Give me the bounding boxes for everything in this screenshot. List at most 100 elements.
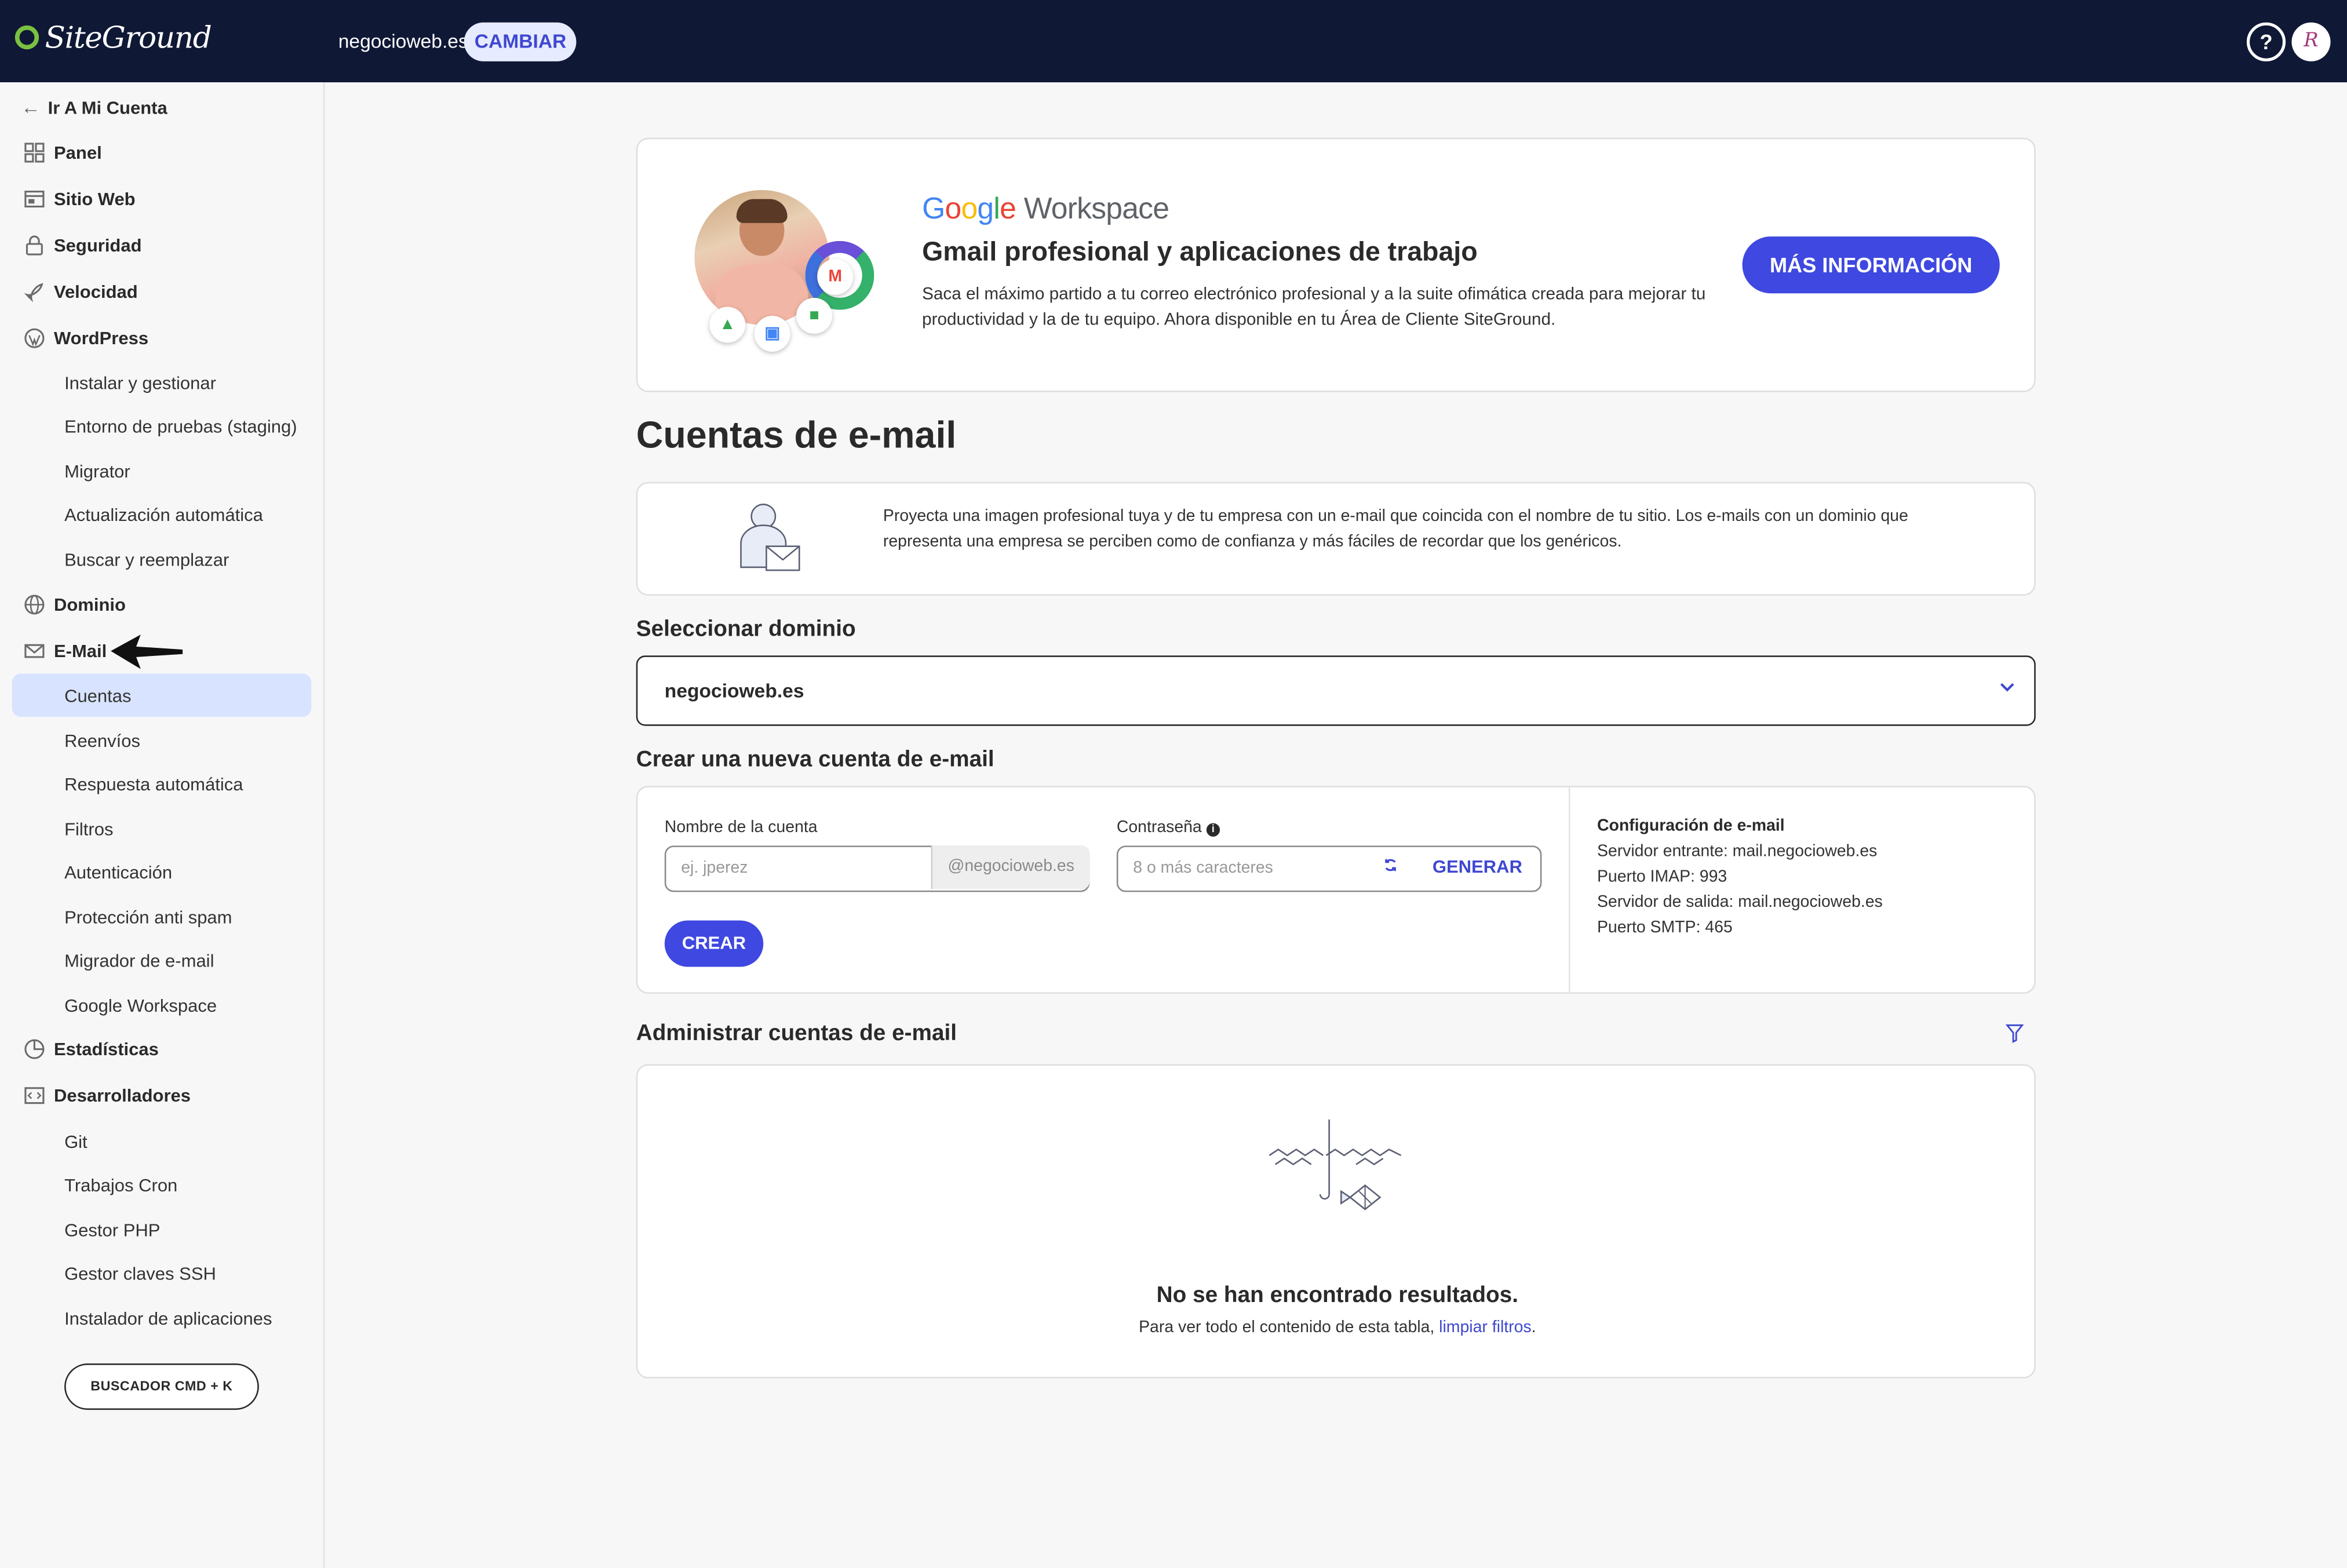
manage-accounts-card: No se han encontrado resultados. Para ve… — [636, 1064, 2036, 1379]
siteground-logo[interactable]: SiteGround — [14, 19, 212, 56]
manage-accounts-heading: Administrar cuentas de e-mail — [636, 1020, 957, 1046]
generate-password-button[interactable]: GENERAR — [1433, 856, 1522, 877]
select-domain-label: Seleccionar dominio — [636, 617, 856, 643]
sidebar-label: Estadísticas — [53, 1038, 159, 1059]
sidebar-label: Sitio Web — [53, 188, 136, 209]
divider — [1568, 787, 1570, 993]
sidebar-item-panel[interactable]: Panel — [12, 130, 312, 174]
email-config: Configuración de e-mail Servidor entrant… — [1597, 814, 1883, 942]
app-root: SiteGround negocioweb.es CAMBIAR ? R ← I… — [0, 0, 2347, 1568]
google-workspace-logo: Google Workspace — [922, 193, 1169, 227]
sidebar-item-php[interactable]: Gestor PHP — [12, 1208, 312, 1251]
config-line: Puerto SMTP: 465 — [1597, 918, 1733, 937]
rocket-icon — [23, 280, 45, 302]
password-placeholder: 8 o más caracteres — [1133, 859, 1273, 877]
arrow-left-icon: ← — [21, 96, 41, 119]
globe-icon — [23, 593, 45, 615]
page-title: Cuentas de e-mail — [636, 414, 957, 457]
config-line: Puerto IMAP: 993 — [1597, 868, 1728, 887]
sidebar-item-email-migrator[interactable]: Migrador de e-mail — [12, 938, 312, 982]
sidebar-item-website[interactable]: Sitio Web — [12, 177, 312, 220]
sidebar-item-git[interactable]: Git — [12, 1120, 312, 1163]
intro-card: Proyecta una imagen profesional tuya y d… — [636, 482, 2036, 596]
help-icon[interactable]: ? — [2246, 22, 2286, 61]
sidebar-label: Panel — [53, 141, 102, 163]
envelope-icon — [23, 639, 45, 662]
sidebar-item-authentication[interactable]: Autenticación — [12, 850, 312, 894]
promo-title: Gmail profesional y aplicaciones de trab… — [922, 236, 1478, 267]
sidebar-item-staging[interactable]: Entorno de pruebas (staging) — [12, 404, 312, 447]
browser-icon — [23, 187, 45, 210]
code-icon — [23, 1084, 45, 1106]
sidebar-item-statistics[interactable]: Estadísticas — [12, 1027, 312, 1070]
pie-chart-icon — [23, 1037, 45, 1060]
create-account-heading: Crear una nueva cuenta de e-mail — [636, 746, 994, 772]
sidebar-item-domain[interactable]: Dominio — [12, 582, 312, 626]
change-domain-button[interactable]: CAMBIAR — [464, 22, 577, 61]
email-config-title: Configuración de e-mail — [1597, 817, 1785, 836]
wordpress-icon — [23, 326, 45, 349]
config-line: Servidor entrante: mail.negocioweb.es — [1597, 843, 1878, 861]
logo-text: SiteGround — [45, 19, 212, 56]
sidebar-item-app-installer[interactable]: Instalador de aplicaciones — [12, 1296, 312, 1340]
annotation-arrow-icon — [111, 635, 183, 669]
sidebar-item-antispam[interactable]: Protección anti spam — [12, 895, 312, 939]
create-account-button[interactable]: CREAR — [664, 920, 764, 967]
sidebar-item-autoresponder[interactable]: Respuesta automática — [12, 762, 312, 805]
current-domain: negocioweb.es — [338, 30, 468, 53]
search-command-button[interactable]: BUSCADOR CMD + K — [64, 1363, 259, 1410]
account-name-placeholder: ej. jperez — [681, 859, 748, 877]
intro-text: Proyecta una imagen profesional tuya y d… — [883, 507, 1908, 551]
sidebar-item-security[interactable]: Seguridad — [12, 223, 312, 267]
sidebar-label: Desarrolladores — [53, 1084, 191, 1106]
promo-description: Saca el máximo partido a tu correo elect… — [922, 286, 1706, 330]
sidebar-item-search-replace[interactable]: Buscar y reemplazar — [12, 537, 312, 581]
sidebar-item-ssh[interactable]: Gestor claves SSH — [12, 1251, 312, 1294]
sidebar-label: WordPress — [53, 327, 149, 348]
more-info-button[interactable]: MÁS INFORMACIÓN — [1742, 236, 2000, 294]
chevron-down-icon — [1998, 678, 2016, 701]
sidebar-item-migrator[interactable]: Migrator — [12, 449, 312, 493]
calendar-icon: ▣ — [754, 315, 790, 352]
config-line: Servidor de salida: mail.negocioweb.es — [1597, 893, 1883, 911]
grid-icon — [23, 141, 45, 163]
empty-results-title: No se han encontrado resultados. — [1156, 1282, 1518, 1308]
domain-select[interactable]: negocioweb.es — [636, 655, 2036, 726]
back-to-account-link[interactable]: ← Ir A Mi Cuenta — [12, 85, 312, 129]
toggle-visibility-icon[interactable] — [1383, 858, 1398, 877]
lock-icon — [23, 234, 45, 256]
sidebar-item-wordpress[interactable]: WordPress — [12, 316, 312, 359]
sidebar-item-install-manage[interactable]: Instalar y gestionar — [12, 360, 312, 404]
drive-icon: ▲ — [709, 307, 746, 343]
create-account-card: Nombre de la cuenta ej. jperez @negociow… — [636, 786, 2036, 994]
sidebar-label: Seguridad — [53, 234, 142, 256]
gmail-icon: M — [817, 258, 854, 295]
sidebar: ← Ir A Mi Cuenta Panel Sitio Web Segurid… — [0, 82, 325, 1568]
domain-select-value: negocioweb.es — [664, 679, 804, 702]
meet-icon: ■ — [796, 297, 833, 334]
sidebar-item-developers[interactable]: Desarrolladores — [12, 1073, 312, 1117]
top-bar: SiteGround negocioweb.es CAMBIAR ? R — [0, 0, 2347, 83]
empty-results-illustration-icon — [1269, 1120, 1402, 1210]
sidebar-item-speed[interactable]: Velocidad — [12, 269, 312, 313]
user-mail-illustration-icon — [740, 504, 800, 571]
user-avatar[interactable]: R — [2291, 22, 2331, 61]
info-icon[interactable]: i — [1206, 823, 1220, 837]
filter-icon[interactable] — [2006, 1024, 2024, 1044]
sidebar-item-forwarders[interactable]: Reenvíos — [12, 719, 312, 762]
sidebar-label: Velocidad — [53, 280, 138, 302]
sidebar-label: E-Mail — [53, 640, 107, 661]
sidebar-item-autoupdate[interactable]: Actualización automática — [12, 493, 312, 536]
empty-results-text: Para ver todo el contenido de esta tabla… — [1139, 1318, 1536, 1337]
sidebar-item-google-workspace[interactable]: Google Workspace — [12, 983, 312, 1027]
google-workspace-banner: M ▲ ▣ ■ Google Workspace Gmail profesion… — [636, 137, 2036, 392]
clear-filters-link[interactable]: limpiar filtros — [1439, 1319, 1531, 1337]
sidebar-item-cron[interactable]: Trabajos Cron — [12, 1163, 312, 1206]
account-name-label: Nombre de la cuenta — [664, 818, 818, 837]
password-label: Contraseña i — [1117, 819, 1220, 837]
account-domain-suffix: @negocioweb.es — [931, 845, 1090, 889]
sidebar-item-filters[interactable]: Filtros — [12, 807, 312, 850]
sidebar-label: Dominio — [53, 593, 126, 615]
sidebar-item-accounts[interactable]: Cuentas — [12, 673, 312, 717]
logo-icon — [14, 25, 39, 50]
